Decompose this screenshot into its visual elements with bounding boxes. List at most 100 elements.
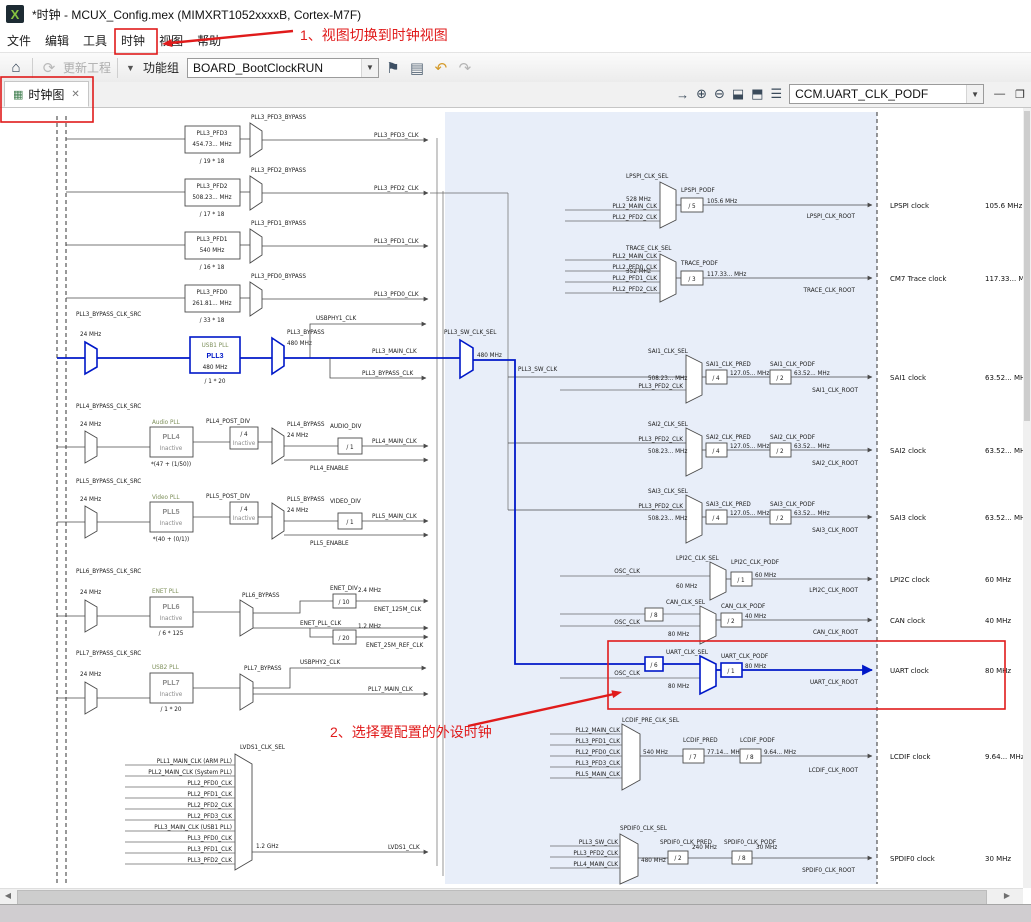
pll3-name: PLL3	[206, 353, 223, 360]
spdif-sel-label: SPDIF0_CLK_SEL	[620, 826, 668, 832]
pll4-enable-label: PLL4_ENABLE	[310, 466, 349, 472]
fit-width-icon[interactable]: ⬒	[751, 86, 763, 102]
app-window: X *时钟 - MCUX_Config.mex (MIMXRT1052xxxxB…	[0, 0, 1031, 922]
trace-out-label: CM7 Trace clock	[890, 275, 947, 283]
pll3-pfd2-block[interactable]: PLL3_PFD2 508.23... MHz / 17 * 18 PLL3_P…	[66, 168, 428, 218]
clock-diagram-canvas[interactable]: PLL3_PFD3 454.73... MHz / 19 * 18 PLL3_P…	[0, 108, 1023, 888]
lpspi-root-label: LPSPI_CLK_ROOT	[807, 214, 856, 220]
pll4-src-label: PLL4_BYPASS_CLK_SRC	[76, 404, 141, 410]
pll7-block[interactable]: PLL7_BYPASS_CLK_SRC 24 MHz USB2 PLL PLL7…	[57, 651, 428, 714]
lvds-mux[interactable]: LVDS1_CLK_SEL PLL1_MAIN_CLK (ARM PLL) PL…	[125, 745, 428, 870]
maximize-view-icon[interactable]: ❐	[1015, 88, 1025, 101]
pll7-bypass-label: PLL7_BYPASS	[244, 666, 282, 672]
pll6-formula: / 6 * 125	[159, 631, 184, 637]
enet-pll-clk-label: ENET_PLL_CLK	[300, 621, 342, 627]
minimize-view-icon[interactable]: —	[994, 88, 1005, 100]
pll3-freq: 480 MHz	[203, 365, 228, 371]
can-prediv-value: / 8	[650, 613, 658, 619]
sai2-pred-label: SAI2_CLK_PRED	[706, 435, 751, 441]
scroll-left-icon[interactable]: ◀	[1, 891, 15, 903]
zoom-in-icon[interactable]: ⊕	[696, 86, 707, 102]
uart-out-freq: 80 MHz	[985, 667, 1011, 675]
pll3-main-clk-label: PLL3_MAIN_CLK	[372, 349, 417, 355]
can-podf-label: CAN_CLK_PODF	[721, 604, 765, 610]
pll6-name: PLL6	[162, 604, 179, 611]
scroll-right-icon[interactable]: ▶	[1000, 891, 1014, 903]
functional-group-combo[interactable]: BOARD_BootClockRUN ▼	[187, 58, 379, 78]
sai3-podf-freq: 63.52... MHz	[794, 511, 830, 517]
details-icon[interactable]: ▤	[407, 59, 427, 77]
can-sel-freq: 80 MHz	[668, 632, 689, 638]
chevron-down-icon: ▼	[361, 59, 378, 77]
horizontal-scroll-thumb[interactable]	[17, 890, 987, 905]
vertical-scroll-thumb[interactable]	[1024, 111, 1030, 421]
pll4-block[interactable]: PLL4_BYPASS_CLK_SRC 24 MHz Audio PLL PLL…	[57, 404, 428, 472]
sai3-out-label: SAI3 clock	[890, 514, 927, 522]
usbphy2-clk-label: USBPHY2_CLK	[300, 660, 340, 666]
pll3-pfd1-block[interactable]: PLL3_PFD1 540 MHz / 16 * 18 PLL3_PFD1_BY…	[66, 221, 428, 271]
pll6-block[interactable]: PLL6_BYPASS_CLK_SRC 24 MHz ENET PLL PLL6…	[57, 569, 428, 649]
audio-div-value: / 1	[346, 445, 354, 451]
lpi2c-podf-freq: 60 MHz	[755, 573, 776, 579]
spdif-podf-freq: 30 MHz	[756, 845, 777, 851]
redo-icon[interactable]: ↷	[455, 59, 475, 77]
tab-clock-diagram[interactable]: ▦ 时钟图 ✕	[4, 81, 89, 107]
pll5-name: PLL5	[162, 509, 179, 516]
lcdif-input: PLL2_MAIN_CLK	[575, 728, 620, 734]
lpi2c-podf-value: / 1	[737, 578, 745, 584]
filter-icon[interactable]: ☰	[770, 86, 782, 102]
lvds-input: PLL2_PFD2_CLK	[187, 803, 232, 809]
lpspi-out-freq: 105.6 MHz	[985, 202, 1023, 210]
lvds-input: PLL2_PFD3_CLK	[187, 814, 232, 820]
pll3-pfd3-block[interactable]: PLL3_PFD3 454.73... MHz / 19 * 18 PLL3_P…	[66, 115, 428, 165]
fit-height-icon[interactable]: ⬓	[732, 86, 744, 102]
can-root-label: CAN_CLK_ROOT	[813, 630, 859, 636]
sai2-pred-value: / 4	[712, 449, 720, 455]
can-sel-label: CAN_CLK_SEL	[666, 600, 706, 606]
pll5-main-clk-label: PLL5_MAIN_CLK	[372, 514, 417, 520]
pll4-bypass-freq: 24 MHz	[287, 433, 308, 439]
navigate-arrow-icon[interactable]: →	[676, 87, 689, 102]
pll3-src-label: PLL3_BYPASS_CLK_SRC	[76, 312, 141, 318]
sai1-podf-value: / 2	[776, 376, 784, 382]
pfd-formula: / 33 * 18	[200, 318, 225, 324]
menu-edit[interactable]: 编辑	[38, 28, 76, 53]
menu-views[interactable]: 视图	[152, 28, 190, 53]
enet-125m-label: ENET_125M_CLK	[374, 607, 422, 613]
menu-file[interactable]: 文件	[0, 28, 38, 53]
signal-combo-value: CCM.UART_CLK_PODF	[795, 87, 928, 101]
lcdif-out-label: LCDIF clock	[890, 753, 931, 761]
undo-icon[interactable]: ↶	[431, 59, 451, 77]
trace-podf-value: / 3	[688, 277, 696, 283]
update-project-button[interactable]: ⟳ 更新工程	[39, 59, 111, 77]
pfd-formula: / 16 * 18	[200, 265, 225, 271]
pll5-block[interactable]: PLL5_BYPASS_CLK_SRC 24 MHz Video PLL PLL…	[57, 479, 428, 547]
lpspi-out-label: LPSPI clock	[890, 202, 930, 210]
home-icon[interactable]: ⌂	[6, 59, 26, 76]
close-icon[interactable]: ✕	[71, 89, 79, 100]
horizontal-scrollbar[interactable]: ◀ ▶	[0, 888, 1023, 905]
enet-div2-freq: 1.2 MHz	[358, 624, 381, 630]
lcdif-pred-freq: 77.14... MHz	[707, 750, 743, 756]
clock-diagram-icon: ▦	[13, 88, 23, 101]
pll4-state: Inactive	[160, 446, 183, 452]
sai1-pred-label: SAI1_CLK_PRED	[706, 362, 751, 368]
flag-icon[interactable]: ⚑	[383, 59, 403, 77]
menu-clocks[interactable]: 时钟	[114, 28, 152, 53]
pll3-formula: / 1 * 20	[204, 379, 225, 385]
menu-help[interactable]: 帮助	[190, 28, 228, 53]
sai3-podf-value: / 2	[776, 516, 784, 522]
zoom-out-icon[interactable]: ⊖	[714, 86, 725, 102]
signal-combo[interactable]: CCM.UART_CLK_PODF ▼	[789, 84, 984, 104]
sai3-podf-label: SAI3_CLK_PODF	[770, 502, 815, 508]
pll5-bypass-freq: 24 MHz	[287, 508, 308, 514]
window-title: *时钟 - MCUX_Config.mex (MIMXRT1052xxxxB, …	[32, 6, 361, 23]
lpi2c-root-label: LPI2C_CLK_ROOT	[809, 588, 858, 594]
lvds-input: PLL3_PFD0_CLK	[187, 836, 232, 842]
lpi2c-podf-label: LPI2C_CLK_PODF	[731, 560, 779, 566]
titlebar: X *时钟 - MCUX_Config.mex (MIMXRT1052xxxxB…	[0, 0, 1031, 29]
vertical-scrollbar[interactable]	[1023, 108, 1031, 888]
menu-tools[interactable]: 工具	[76, 28, 114, 53]
pll5-postdiv-label: PLL5_POST_DIV	[206, 494, 250, 500]
chevron-down-icon[interactable]: ▼	[124, 63, 137, 73]
